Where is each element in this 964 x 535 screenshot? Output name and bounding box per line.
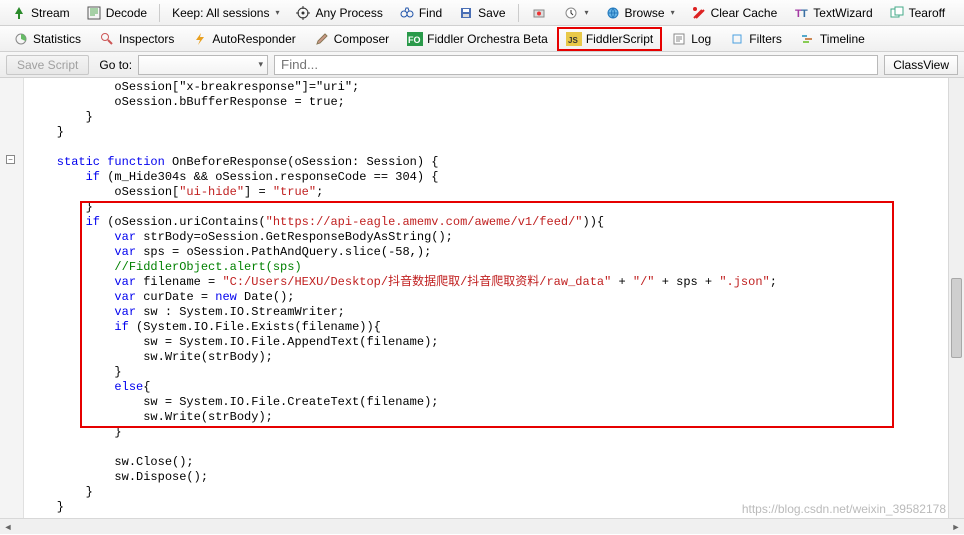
separator <box>518 4 519 22</box>
timeline-icon <box>800 31 816 47</box>
tab-label: Timeline <box>820 32 865 46</box>
editor: − oSession["x-breakresponse"]="uri"; oSe… <box>0 78 964 518</box>
pencil-icon <box>314 31 330 47</box>
goto-label: Go to: <box>99 58 132 72</box>
find-label: Find <box>419 6 442 20</box>
camera-icon <box>531 5 547 21</box>
target-icon <box>295 5 311 21</box>
fo-icon: FO <box>407 31 423 47</box>
clock-icon <box>563 5 579 21</box>
save-button[interactable]: Save <box>451 2 512 24</box>
tab-fiddler-orchestra[interactable]: FO Fiddler Orchestra Beta <box>398 27 557 51</box>
horizontal-scrollbar[interactable]: ◄ ► <box>0 518 964 534</box>
tab-label: Statistics <box>33 32 81 46</box>
textwizard-icon: TT <box>793 5 809 21</box>
any-process-label: Any Process <box>315 6 382 20</box>
clock-button[interactable] <box>556 2 596 24</box>
classview-button[interactable]: ClassView <box>884 55 958 75</box>
save-script-button[interactable]: Save Script <box>6 55 89 75</box>
keep-label: Keep: All sessions <box>172 6 269 20</box>
tab-label: Fiddler Orchestra Beta <box>427 32 548 46</box>
stream-icon <box>11 5 27 21</box>
magnifier-icon <box>99 31 115 47</box>
log-icon <box>671 31 687 47</box>
textwizard-button[interactable]: TT TextWizard <box>786 2 879 24</box>
save-label: Save <box>478 6 505 20</box>
gutter: − <box>0 78 24 518</box>
separator <box>159 4 160 22</box>
vertical-scrollbar[interactable] <box>948 78 964 518</box>
tab-label: AutoResponder <box>212 32 295 46</box>
tab-log[interactable]: Log <box>662 27 720 51</box>
tab-inspectors[interactable]: Inspectors <box>90 27 183 51</box>
any-process-button[interactable]: Any Process <box>288 2 389 24</box>
tab-row: Statistics Inspectors AutoResponder Comp… <box>0 26 964 52</box>
main-toolbar: Stream Decode Keep: All sessions Any Pro… <box>0 0 964 26</box>
find-button[interactable]: Find <box>392 2 449 24</box>
decode-label: Decode <box>106 6 147 20</box>
keep-sessions-dropdown[interactable]: Keep: All sessions <box>165 3 286 23</box>
save-icon <box>458 5 474 21</box>
tab-filters[interactable]: Filters <box>720 27 791 51</box>
browse-label: Browse <box>625 6 665 20</box>
tab-label: FiddlerScript <box>586 32 653 46</box>
script-subbar: Save Script Go to: ClassView <box>0 52 964 78</box>
tab-fiddlerscript[interactable]: JS FiddlerScript <box>557 27 662 51</box>
tab-composer[interactable]: Composer <box>305 27 398 51</box>
camera-button[interactable] <box>524 2 554 24</box>
filter-icon <box>729 31 745 47</box>
textwizard-label: TextWizard <box>813 6 872 20</box>
tab-label: Composer <box>334 32 389 46</box>
clear-cache-button[interactable]: Clear Cache <box>684 2 785 24</box>
find-input[interactable] <box>274 55 878 75</box>
binoculars-icon <box>399 5 415 21</box>
decode-icon <box>86 5 102 21</box>
scroll-right-arrow[interactable]: ► <box>948 519 964 535</box>
tab-autoresponder[interactable]: AutoResponder <box>183 27 304 51</box>
tearoff-button[interactable]: Tearoff <box>882 2 952 24</box>
tab-label: Filters <box>749 32 782 46</box>
clear-cache-label: Clear Cache <box>711 6 778 20</box>
fold-marker[interactable]: − <box>6 155 15 164</box>
scroll-left-arrow[interactable]: ◄ <box>0 519 16 535</box>
clear-icon <box>691 5 707 21</box>
browse-button[interactable]: Browse <box>598 2 682 24</box>
svg-text:T: T <box>801 8 808 20</box>
stats-icon <box>13 31 29 47</box>
decode-button[interactable]: Decode <box>79 2 154 24</box>
code-area[interactable]: oSession["x-breakresponse"]="uri"; oSess… <box>24 78 948 518</box>
tab-label: Log <box>691 32 711 46</box>
svg-text:JS: JS <box>568 36 578 45</box>
tearoff-label: Tearoff <box>909 6 945 20</box>
script-icon: JS <box>566 31 582 47</box>
tearoff-icon <box>889 5 905 21</box>
tab-statistics[interactable]: Statistics <box>4 27 90 51</box>
goto-dropdown[interactable] <box>138 55 268 75</box>
stream-button[interactable]: Stream <box>4 2 77 24</box>
tab-label: Inspectors <box>119 32 174 46</box>
svg-text:FO: FO <box>408 35 421 45</box>
lightning-icon <box>192 31 208 47</box>
tab-timeline[interactable]: Timeline <box>791 27 874 51</box>
code-content: oSession["x-breakresponse"]="uri"; oSess… <box>24 78 948 518</box>
scroll-thumb[interactable] <box>951 278 962 358</box>
browser-icon <box>605 5 621 21</box>
stream-label: Stream <box>31 6 70 20</box>
